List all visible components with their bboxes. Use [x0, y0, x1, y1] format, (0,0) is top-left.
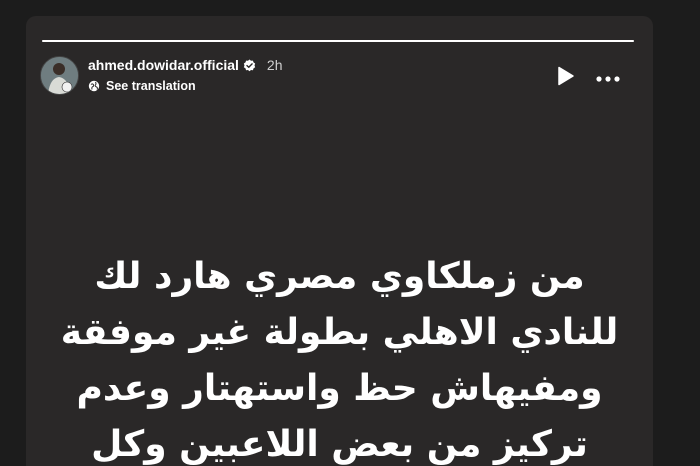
story-progress-fill — [42, 40, 634, 42]
play-icon — [558, 66, 574, 86]
story-text-line: من زملكاوي مصري هارد لك — [94, 256, 585, 297]
story-text-line: ومفيهاش حظ واستهتار وعدم — [76, 368, 603, 409]
username[interactable]: ahmed.dowidar.official — [88, 57, 239, 73]
avatar[interactable] — [40, 56, 79, 95]
story-text-line: تركيز من بعض اللاعبين وكل — [91, 424, 588, 465]
play-button[interactable] — [557, 66, 575, 86]
story-card: ahmed.dowidar.official 2h See translatio… — [26, 16, 653, 466]
post-timestamp: 2h — [266, 57, 283, 73]
story-user-row: ahmed.dowidar.official 2h — [88, 57, 283, 73]
story-text: من زملكاوي مصري هارد لك للنادي الاهلي بط… — [56, 249, 623, 466]
see-translation-link[interactable]: See translation — [88, 79, 196, 93]
more-options-button[interactable] — [595, 71, 621, 82]
see-translation-label: See translation — [106, 79, 196, 93]
globe-icon — [88, 80, 100, 92]
more-options-icon — [596, 76, 620, 82]
story-text-line: للنادي الاهلي بطولة غير موفقة — [60, 312, 619, 353]
avatar-image — [41, 57, 78, 94]
verified-badge-icon — [243, 59, 256, 72]
story-progress-bar — [42, 40, 634, 42]
